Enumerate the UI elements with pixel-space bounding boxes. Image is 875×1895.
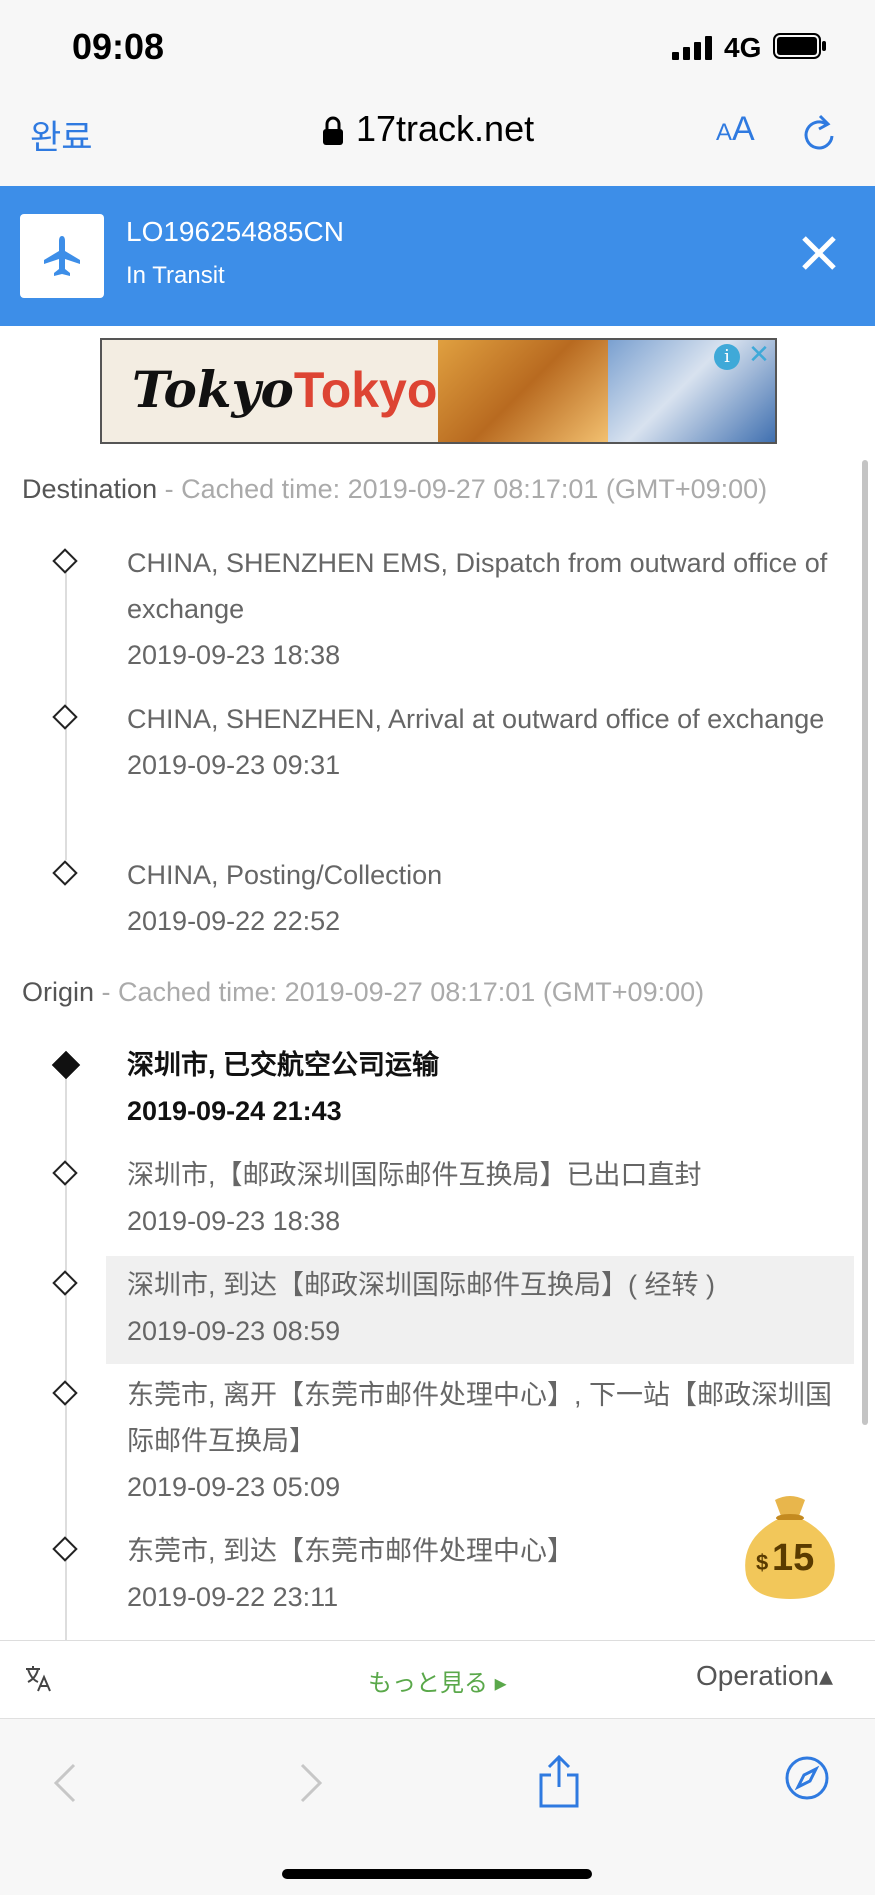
forward-icon[interactable] [296,1761,326,1805]
origin-cached-time: - Cached time: 2019-09-27 08:17:01 (GMT+… [94,977,705,1007]
event-text: 深圳市, 已交航空公司运输 2019-09-24 21:43 [127,1050,440,1126]
tracking-number: LO196254885CN [126,216,344,247]
transport-mode-badge [20,214,104,298]
destination-label: Destination [22,474,158,504]
share-icon[interactable] [536,1753,582,1809]
ad-logo: TokyoTokyo [132,360,438,419]
origin-label: Origin [22,977,95,1007]
operation-menu[interactable]: Operation▴ [696,1659,833,1692]
event-text: 东莞市, 离开【东莞市邮件处理中心】, 下一站【邮政深圳国际邮件互换局】 201… [127,1380,833,1502]
done-button[interactable]: 완료 [30,110,93,159]
scrollbar[interactable] [862,460,868,1425]
cellular-signal-icon [672,36,712,60]
tracking-banner: LO196254885CN In Transit [0,186,875,326]
event-text: CHINA, SHENZHEN EMS, Dispatch from outwa… [127,548,828,670]
tracking-status: In Transit [126,262,225,289]
svg-text:$: $ [756,1550,768,1575]
close-icon[interactable] [800,234,838,272]
timeline-marker [52,1536,78,1562]
address-domain[interactable]: 17track.net [356,108,534,150]
battery-icon [773,33,826,59]
clock: 09:08 [72,26,165,67]
see-more-link[interactable]: もっと見る ▸ [368,1663,507,1698]
timeline-marker [52,1270,78,1296]
event-text: CHINA, SHENZHEN, Arrival at outward offi… [127,704,825,780]
event-text: CHINA, Posting/Collection 2019-09-22 22:… [127,860,443,936]
page-toolbar: もっと見る ▸ Operation▴ [0,1640,875,1719]
compass-icon[interactable] [784,1755,830,1801]
timeline-marker [52,548,78,574]
svg-text:15: 15 [772,1537,814,1579]
lock-icon [323,116,343,145]
ad-info-icon[interactable]: i [714,344,740,370]
status-bar: 09:08 4G [0,0,875,92]
ad-image [438,340,608,442]
url-bar: 완료 17track.net AA [0,92,875,186]
advertisement-banner[interactable]: TokyoTokyo i ✕ [100,338,777,444]
ad-close-icon[interactable]: ✕ [747,341,771,367]
airplane-icon [44,236,80,276]
origin-header: Origin - Cached time: 2019-09-27 08:17:0… [22,977,704,1008]
network-type: 4G [724,32,762,63]
timeline-marker [52,1160,78,1186]
home-indicator[interactable] [282,1869,592,1879]
timeline-marker [52,1380,78,1406]
destination-header: Destination - Cached time: 2019-09-27 08… [22,474,767,505]
back-icon[interactable] [50,1761,80,1805]
translate-icon[interactable] [24,1663,54,1693]
event-text: 深圳市, 到达【邮政深圳国际邮件互换局】( 经转 ) 2019-09-23 08… [127,1270,715,1346]
timeline-marker-current [51,1050,81,1080]
timeline-marker [52,860,78,886]
destination-cached-time: - Cached time: 2019-09-27 08:17:01 (GMT+… [157,474,768,504]
event-text: 深圳市,【邮政深圳国际邮件互换局】已出口直封 2019-09-23 18:38 [127,1160,702,1236]
reload-icon[interactable] [800,112,840,156]
text-size-button[interactable]: AA [716,110,755,149]
timeline-marker [52,704,78,730]
browser-bottom-bar [0,1718,875,1895]
money-bag-icon[interactable]: $ 15 [740,1492,840,1602]
